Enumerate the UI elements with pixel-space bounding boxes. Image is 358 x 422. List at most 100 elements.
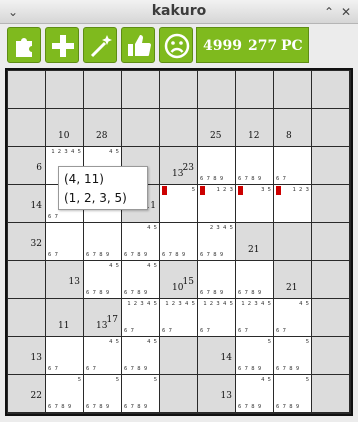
entry-cell[interactable]: 5 6 7 8 9 [46,375,83,412]
pencil-marks-bottom: 6 7 8 9 [124,290,148,296]
entry-cell[interactable]: 4 5 6 7 [84,337,121,374]
entry-cell[interactable]: 5 [160,185,197,222]
entry-cell[interactable]: 6 7 8 9 [198,261,235,298]
clue-cell: 13 [8,337,45,374]
puzzle-icon [16,38,32,57]
across-clue: 6 [36,163,42,173]
entry-cell[interactable]: 4 5 6 7 8 9 [122,261,159,298]
window-title: kakuro [151,3,207,19]
pencil-marks-top: 1 2 3 [216,187,233,193]
pencil-marks-bottom: 6 7 [276,176,286,182]
entry-cell[interactable]: 1 2 3 4 5 6 7 [198,299,235,336]
clue-cell: 21 [236,223,273,260]
pencil-marks-bottom: 6 7 8 9 [276,366,300,372]
blank-cell [312,223,349,260]
plus-icon [52,35,74,57]
entry-cell[interactable]: 1 2 3 4 5 6 7 [122,299,159,336]
entry-cell[interactable]: 4 5 6 7 [274,299,311,336]
clue-cell: 13 [198,375,235,412]
blank-cell [312,337,349,374]
pencil-marks-top: 5 [305,377,309,383]
clue-cell: 10 15 [160,261,197,298]
pencil-marks-bottom: 6 7 8 9 [86,252,110,258]
entry-cell[interactable]: 4 5 6 7 8 9 [84,261,121,298]
entry-cell[interactable]: 6 7 [46,337,83,374]
down-clue: 25 [210,131,222,141]
entry-cell[interactable]: 6 7 8 9 [198,147,235,184]
entry-cell[interactable]: 4 5 6 7 8 9 [122,337,159,374]
entry-cell[interactable]: 1 2 3 [274,185,311,222]
across-clue: 15 [182,277,194,287]
approve-button[interactable] [121,27,155,63]
blank-cell [312,109,349,146]
blank-cell [312,375,349,412]
blank-cell [274,71,311,108]
entry-cell[interactable]: 6 7 8 9 [236,147,273,184]
entry-cell[interactable]: 5 6 7 8 9 [236,337,273,374]
clue-cell: 8 [274,109,311,146]
entry-cell[interactable]: 6 7 [46,223,83,260]
pencil-marks-bottom: 6 7 8 9 [48,404,72,410]
entry-cell[interactable]: 2 3 4 5 6 7 8 9 [198,223,235,260]
pencil-marks-top: 2 3 4 5 [209,225,233,231]
pencil-marks-top: 3 5 [261,187,271,193]
entry-cell[interactable]: 5 6 7 8 9 [122,375,159,412]
mode-label: PC [281,38,303,54]
add-button[interactable] [45,27,79,63]
pencil-marks-bottom: 6 7 [124,328,134,334]
entry-cell[interactable]: 1 2 3 [198,185,235,222]
entry-cell[interactable]: 6 7 8 9 [84,223,121,260]
pencil-marks-bottom: 6 7 [276,328,286,334]
entry-cell[interactable]: 5 6 7 8 9 [274,337,311,374]
clue-cell: 13 [46,261,83,298]
blank-cell [312,147,349,184]
pencil-marks-bottom: 6 7 [48,366,58,372]
across-clue: 14 [220,353,232,363]
pencil-marks-top: 5 [77,377,81,383]
entry-cell[interactable]: 1 2 3 4 5 6 7 [236,299,273,336]
maximize-icon[interactable]: ⌃ [320,3,338,21]
clue-cell: 28 [84,109,121,146]
entry-cell[interactable]: 6 7 8 9 [160,223,197,260]
pencil-marks-bottom: 6 7 [200,328,210,334]
entry-cell[interactable]: 6 7 8 9 [236,261,273,298]
pencil-marks-top: 4 5 [109,149,119,155]
clue-cell: 12 [236,109,273,146]
pencil-marks-bottom: 6 7 [86,366,96,372]
title-bar: ⌄ kakuro ⌃ ✕ [0,0,358,24]
across-clue: 17 [106,315,118,325]
pencil-marks-top: 5 [153,377,157,383]
blank-cell [160,71,197,108]
entry-cell[interactable]: 4 5 6 7 8 9 [122,223,159,260]
clue-cell: 13 17 [84,299,121,336]
entry-cell[interactable]: 1 2 3 4 5 6 7 [160,299,197,336]
puzzle-button[interactable] [7,27,41,63]
pencil-marks-top: 5 [191,187,195,193]
pencil-marks-top: 1 2 3 [292,187,309,193]
entry-cell[interactable]: 6 7 [274,147,311,184]
entry-cell[interactable]: 5 6 7 8 9 [84,375,121,412]
pencil-marks-top: 1 2 3 4 5 [241,301,271,307]
clue-cell: 21 [274,261,311,298]
clue-cell: 32 [8,223,45,260]
close-icon[interactable]: ✕ [337,3,355,21]
pencil-marks-bottom: 6 7 [48,252,58,258]
entry-cell[interactable]: 3 5 [236,185,273,222]
down-clue: 21 [248,245,260,255]
give-up-button[interactable] [159,27,193,63]
blank-cell [8,109,45,146]
pencil-marks-bottom: 6 7 [48,214,58,220]
across-clue: 32 [30,239,42,249]
down-clue: 21 [286,283,298,293]
conflict-marker [276,186,281,195]
entry-cell[interactable]: 5 6 7 8 9 [274,375,311,412]
blank-cell [160,375,197,412]
entry-cell[interactable]: 4 5 6 7 8 9 [236,375,273,412]
conflict-marker [238,186,243,195]
cell-tooltip: (4, 11) (1, 2, 3, 5) [58,166,148,210]
blank-cell [122,71,159,108]
clue-cell: 6 [8,147,45,184]
pencil-marks-top: 4 5 [261,377,271,383]
hint-button[interactable] [83,27,117,63]
pencil-marks-bottom: 6 7 8 9 [200,252,224,258]
